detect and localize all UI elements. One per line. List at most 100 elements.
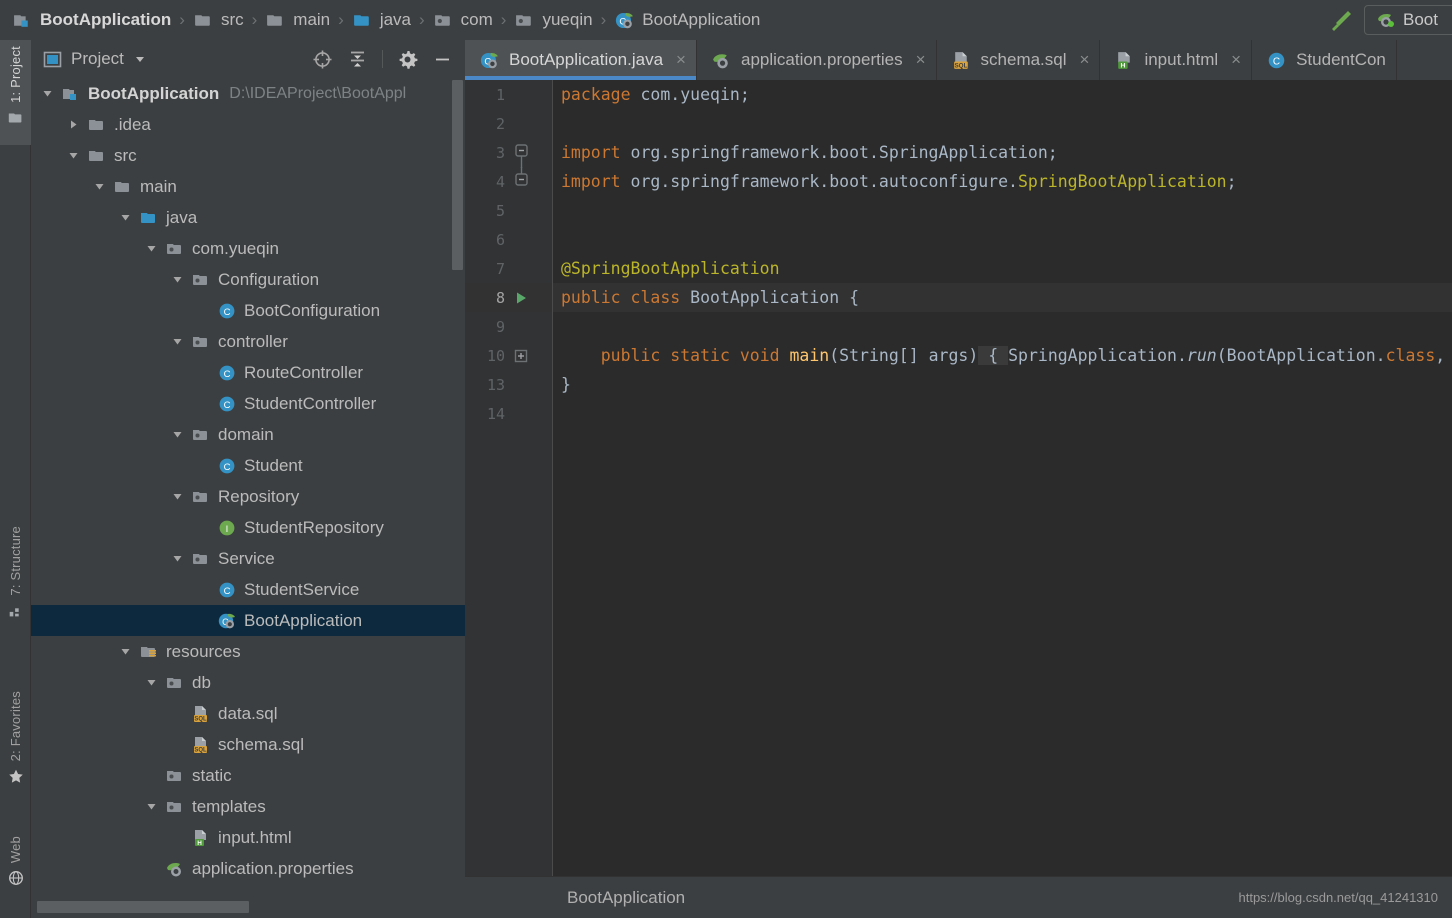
chevron-down-icon[interactable] bbox=[169, 488, 186, 505]
editor-gutter[interactable]: 1 2 3 4 5 6 7 8 9 10 13 14 bbox=[465, 80, 553, 876]
editor-tab-schema-sql[interactable]: SQL schema.sql × bbox=[937, 40, 1101, 80]
code-editor[interactable]: 1 2 3 4 5 6 7 8 9 10 13 14 package com.yueqin; impo… bbox=[465, 80, 1452, 876]
tool-window-button-web[interactable]: Web bbox=[0, 830, 31, 915]
tree-row[interactable]: Configuration bbox=[31, 264, 465, 295]
tree-row[interactable]: controller bbox=[31, 326, 465, 357]
tree-row[interactable]: templates bbox=[31, 791, 465, 822]
chevron-down-icon[interactable] bbox=[117, 643, 134, 660]
gear-icon[interactable] bbox=[397, 49, 418, 70]
chevron-down-icon[interactable] bbox=[91, 178, 108, 195]
breadcrumb-item-bootapplication[interactable]: C BootApplication bbox=[614, 10, 760, 31]
collapse-all-icon[interactable] bbox=[347, 49, 368, 70]
breadcrumb-item-java[interactable]: java bbox=[352, 10, 411, 31]
tree-row[interactable]: com.yueqin bbox=[31, 233, 465, 264]
breadcrumb: BootApplication › src › main › java › com › yueqin… bbox=[0, 10, 1328, 31]
tree-row[interactable]: main bbox=[31, 171, 465, 202]
svg-text:C: C bbox=[1273, 56, 1280, 67]
tree-row[interactable]: Repository bbox=[31, 481, 465, 512]
close-icon[interactable]: × bbox=[916, 50, 926, 70]
svg-text:C: C bbox=[224, 369, 231, 380]
tree-row[interactable]: SQL data.sql bbox=[31, 698, 465, 729]
tool-window-button-2-favorites[interactable]: 2: Favorites bbox=[0, 685, 31, 805]
chevron-down-icon[interactable] bbox=[143, 240, 160, 257]
chevron-down-icon[interactable] bbox=[169, 271, 186, 288]
line-number: 5 bbox=[495, 201, 505, 220]
tree-row-label: Student bbox=[244, 455, 303, 475]
tree-row[interactable]: .idea bbox=[31, 109, 465, 140]
tree-row[interactable]: Hinput.html bbox=[31, 822, 465, 853]
close-icon[interactable]: × bbox=[1231, 50, 1241, 70]
breadcrumb-item-bootapplication[interactable]: BootApplication bbox=[12, 10, 171, 31]
breadcrumb-item-main[interactable]: main bbox=[265, 10, 330, 31]
tree-row[interactable]: resources bbox=[31, 636, 465, 667]
fold-collapse-icon[interactable] bbox=[513, 138, 529, 168]
tree-row[interactable]: C BootConfiguration bbox=[31, 295, 465, 326]
gutter-line: 4 bbox=[465, 166, 553, 197]
editor-tab-studentcon[interactable]: C StudentCon bbox=[1252, 40, 1397, 80]
editor-tab-input-html[interactable]: Hinput.html × bbox=[1100, 40, 1253, 80]
chevron-down-icon[interactable] bbox=[39, 85, 56, 102]
breadcrumb-separator: › bbox=[419, 10, 425, 29]
folded-region[interactable]: { bbox=[978, 346, 1009, 365]
tree-row[interactable]: java bbox=[31, 202, 465, 233]
editor-tab-application-properties[interactable]: application.properties × bbox=[697, 40, 937, 80]
breadcrumb-label: BootApplication bbox=[40, 10, 172, 29]
tree-row[interactable]: C RouteController bbox=[31, 357, 465, 388]
chevron-down-icon[interactable] bbox=[169, 426, 186, 443]
project-tree[interactable]: BootApplication D:\IDEAProject\BootAppl .i… bbox=[31, 78, 465, 918]
editor-tab-bootapplication-java[interactable]: C BootApplication.java × bbox=[465, 40, 697, 80]
minimize-icon[interactable] bbox=[432, 49, 453, 70]
tree-row[interactable]: I StudentRepository bbox=[31, 512, 465, 543]
tree-row[interactable]: static bbox=[31, 760, 465, 791]
chevron-right-icon[interactable] bbox=[65, 116, 82, 133]
breadcrumb-label: BootApplication bbox=[642, 10, 761, 29]
class-icon: C bbox=[217, 301, 237, 321]
tree-vertical-scrollbar[interactable] bbox=[452, 80, 463, 270]
chevron-down-icon[interactable] bbox=[169, 333, 186, 350]
package-icon bbox=[191, 332, 211, 352]
chevron-down-icon[interactable] bbox=[143, 674, 160, 691]
chevron-down-icon[interactable] bbox=[133, 52, 147, 66]
tree-row[interactable]: C Student bbox=[31, 450, 465, 481]
chevron-down-icon[interactable] bbox=[117, 209, 134, 226]
breadcrumb-item-src[interactable]: src bbox=[193, 10, 244, 31]
chevron-down-icon[interactable] bbox=[143, 798, 160, 815]
run-configuration-selector[interactable]: Boot bbox=[1364, 5, 1452, 35]
tree-row-label: BootApplication bbox=[88, 83, 220, 103]
tree-row[interactable]: C StudentService bbox=[31, 574, 465, 605]
tree-row[interactable]: C StudentController bbox=[31, 388, 465, 419]
close-icon[interactable]: × bbox=[676, 50, 686, 70]
tree-horizontal-scrollbar[interactable] bbox=[37, 901, 249, 913]
code-content[interactable]: package com.yueqin; import org.springfra… bbox=[553, 80, 1452, 876]
breadcrumb-item-com[interactable]: com bbox=[433, 10, 493, 31]
tree-row-label: BootConfiguration bbox=[244, 300, 381, 320]
tree-row[interactable]: application.properties bbox=[31, 853, 465, 884]
tree-row[interactable]: db bbox=[31, 667, 465, 698]
tool-window-button-1-project[interactable]: 1: Project bbox=[0, 40, 31, 145]
run-gutter-icon[interactable] bbox=[513, 290, 529, 306]
tree-row[interactable]: BootApplication D:\IDEAProject\BootAppl bbox=[31, 78, 465, 109]
chevron-down-icon[interactable] bbox=[65, 147, 82, 164]
tree-row[interactable]: domain bbox=[31, 419, 465, 450]
project-tool-window: Project BootApplication D:\IDEAProject\B… bbox=[31, 40, 465, 918]
fold-expand-icon[interactable] bbox=[513, 348, 529, 364]
chevron-down-icon[interactable] bbox=[169, 550, 186, 567]
code-line: import org.springframework.boot.SpringAp… bbox=[561, 143, 1058, 162]
editor-tab-label: StudentCon bbox=[1296, 50, 1386, 69]
target-icon[interactable] bbox=[312, 49, 333, 70]
close-icon[interactable]: × bbox=[1080, 50, 1090, 70]
tree-row[interactable]: src bbox=[31, 140, 465, 171]
tree-row-label: StudentService bbox=[244, 579, 360, 599]
tree-row[interactable]: Service bbox=[31, 543, 465, 574]
tree-row[interactable]: SQL schema.sql bbox=[31, 729, 465, 760]
tool-window-button-7-structure[interactable]: 7: Structure bbox=[0, 520, 31, 620]
source-folder-icon bbox=[352, 10, 373, 31]
hammer-icon[interactable] bbox=[1328, 7, 1354, 33]
gutter-line: 9 bbox=[465, 312, 553, 341]
breadcrumb-item-yueqin[interactable]: yueqin bbox=[514, 10, 593, 31]
tree-row-selected[interactable]: C BootApplication bbox=[31, 605, 465, 636]
fold-collapse-icon[interactable] bbox=[513, 166, 529, 197]
